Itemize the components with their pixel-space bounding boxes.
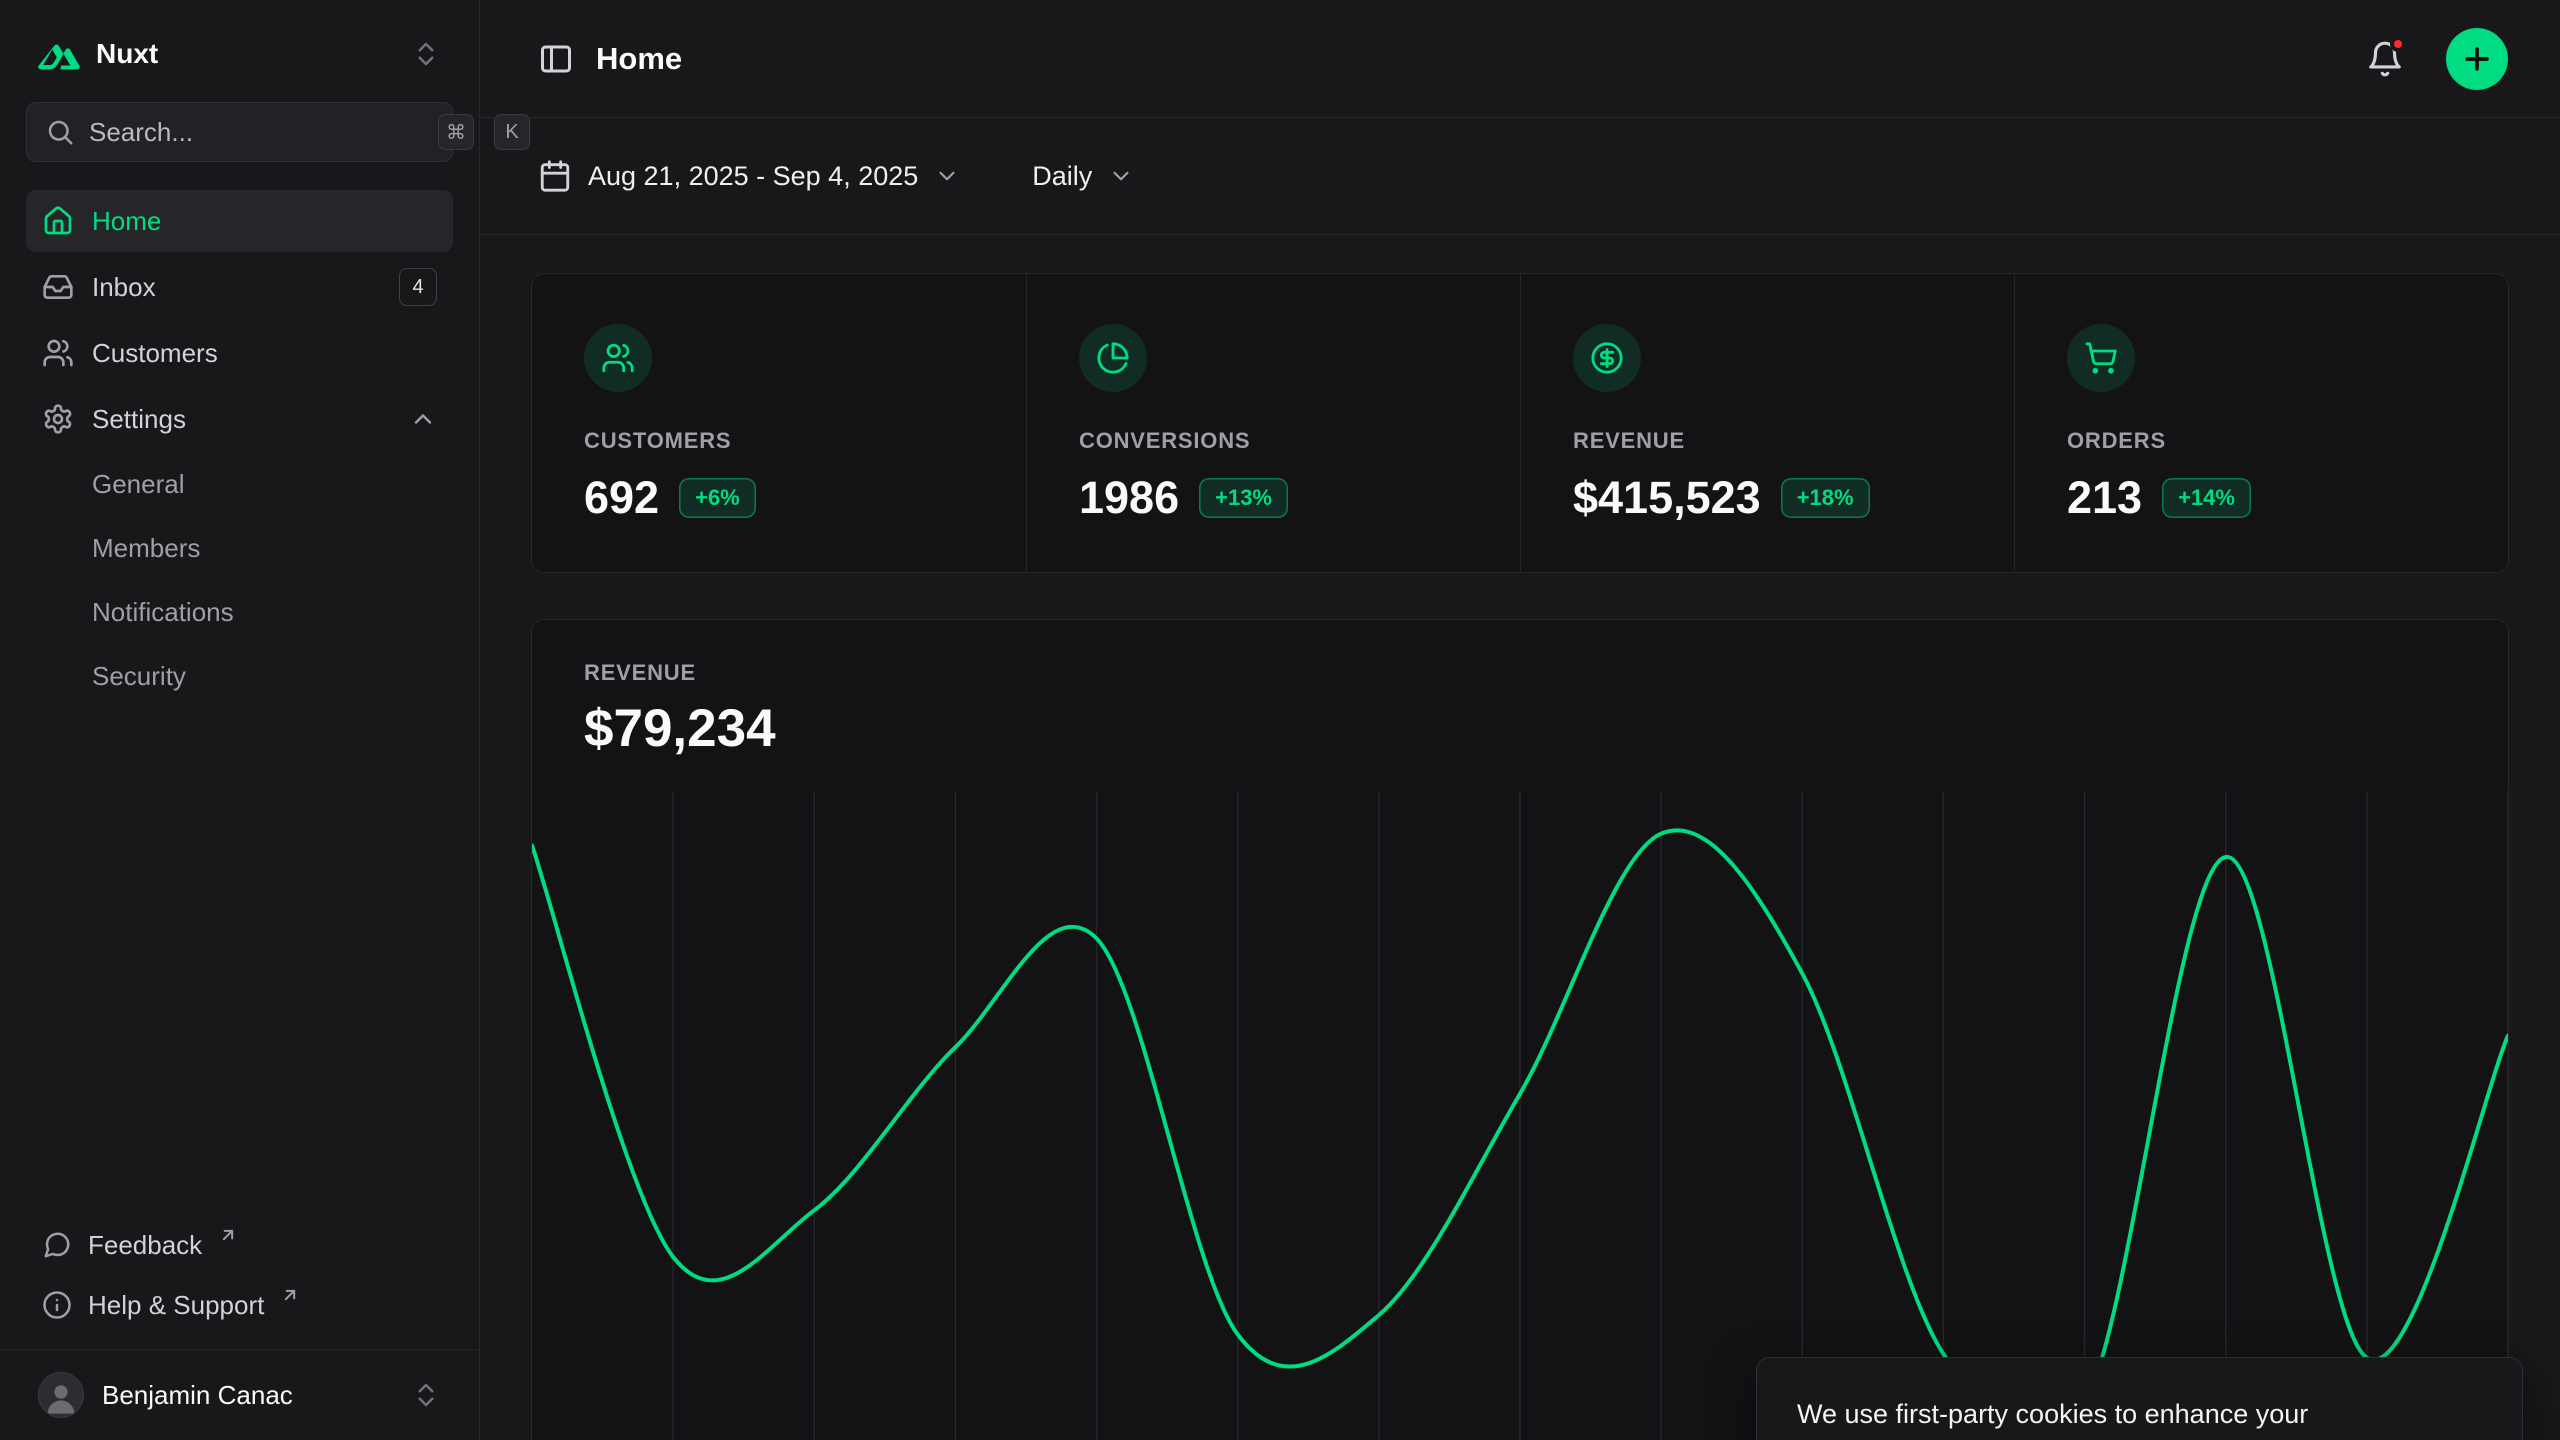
sidebar: Nuxt ⌘ K Home Inbox 4 <box>0 0 480 1440</box>
revenue-chart-area <box>532 791 2508 1440</box>
period-label: Daily <box>1032 161 1092 192</box>
sidebar-item-customers[interactable]: Customers <box>26 322 453 384</box>
external-link-icon <box>280 1285 300 1305</box>
kbd-meta: ⌘ <box>438 114 474 150</box>
revenue-chart-value: $79,234 <box>584 698 2456 759</box>
home-icon <box>42 205 74 237</box>
help-support-link[interactable]: Help & Support <box>26 1275 453 1335</box>
stat-label: CONVERSIONS <box>1079 428 1468 454</box>
sidebar-subitem-notifications[interactable]: Notifications <box>26 582 453 642</box>
chevrons-up-down-icon <box>411 1380 441 1410</box>
dollar-circle-icon <box>1573 324 1641 392</box>
period-select[interactable]: Daily <box>1032 161 1134 192</box>
stat-orders: ORDERS 213 +14% <box>2014 274 2508 572</box>
revenue-chart-card: REVENUE $79,234 <box>531 619 2509 1440</box>
chevron-up-icon <box>409 405 437 433</box>
stat-value: 213 <box>2067 472 2142 524</box>
sidebar-item-settings[interactable]: Settings <box>26 388 453 450</box>
search-input[interactable] <box>89 117 424 148</box>
calendar-icon <box>538 159 572 193</box>
sidebar-item-label: Inbox <box>92 272 156 303</box>
page-title: Home <box>596 41 682 77</box>
search-icon <box>45 117 75 147</box>
top-header: Home <box>480 0 2560 118</box>
chevron-down-icon <box>934 163 960 189</box>
nuxt-logo-icon <box>38 38 80 70</box>
sidebar-subitem-security[interactable]: Security <box>26 646 453 706</box>
stat-delta-badge: +18% <box>1781 478 1870 518</box>
notifications-button[interactable] <box>2366 40 2404 78</box>
workspace-name: Nuxt <box>96 38 158 70</box>
inbox-icon <box>42 271 74 303</box>
revenue-chart <box>532 791 2508 1440</box>
chevrons-up-down-icon <box>411 39 441 69</box>
sidebar-item-inbox[interactable]: Inbox 4 <box>26 256 453 318</box>
stats-grid: CUSTOMERS 692 +6% CONVERSIONS 1986 +13% <box>531 273 2509 573</box>
feedback-label: Feedback <box>88 1230 202 1261</box>
help-support-label: Help & Support <box>88 1290 264 1321</box>
inbox-count-badge: 4 <box>399 268 437 306</box>
chevron-down-icon <box>1108 163 1134 189</box>
filters-toolbar: Aug 21, 2025 - Sep 4, 2025 Daily <box>480 118 2560 235</box>
cookie-banner: We use first-party cookies to enhance yo… <box>1756 1357 2523 1440</box>
stat-value: 692 <box>584 472 659 524</box>
stat-delta-badge: +14% <box>2162 478 2251 518</box>
feedback-link[interactable]: Feedback <box>26 1215 453 1275</box>
search-box[interactable]: ⌘ K <box>26 102 453 162</box>
stat-customers: CUSTOMERS 692 +6% <box>532 274 1026 572</box>
stat-conversions: CONVERSIONS 1986 +13% <box>1026 274 1520 572</box>
info-circle-icon <box>42 1290 72 1320</box>
external-link-icon <box>218 1225 238 1245</box>
stat-delta-badge: +6% <box>679 478 756 518</box>
sidebar-item-label: Settings <box>92 404 186 435</box>
users-icon <box>42 337 74 369</box>
stat-delta-badge: +13% <box>1199 478 1288 518</box>
sidebar-subitem-members[interactable]: Members <box>26 518 453 578</box>
add-button[interactable] <box>2446 28 2508 90</box>
pie-chart-icon <box>1079 324 1147 392</box>
stat-value: 1986 <box>1079 472 1179 524</box>
users-icon <box>584 324 652 392</box>
sidebar-subitem-general[interactable]: General <box>26 454 453 514</box>
user-menu[interactable]: Benjamin Canac <box>26 1364 453 1426</box>
sidebar-nav: Home Inbox 4 Customers Settings <box>26 190 453 706</box>
main-area: Home Aug 21, 2025 - Sep 4, 2025 Daily <box>480 0 2560 1440</box>
dashboard-content: CUSTOMERS 692 +6% CONVERSIONS 1986 +13% <box>480 235 2560 1440</box>
sidebar-item-label: Customers <box>92 338 218 369</box>
date-range-picker[interactable]: Aug 21, 2025 - Sep 4, 2025 <box>538 159 960 193</box>
stat-revenue: REVENUE $415,523 +18% <box>1520 274 2014 572</box>
user-section: Benjamin Canac <box>0 1349 479 1440</box>
cart-icon <box>2067 324 2135 392</box>
notification-dot <box>2390 36 2406 52</box>
stat-label: CUSTOMERS <box>584 428 974 454</box>
cookie-message: We use first-party cookies to enhance yo… <box>1797 1394 2377 1440</box>
sidebar-item-label: Home <box>92 206 161 237</box>
stat-label: ORDERS <box>2067 428 2456 454</box>
revenue-chart-label: REVENUE <box>584 660 2456 686</box>
avatar <box>38 1372 84 1418</box>
stat-label: REVENUE <box>1573 428 1962 454</box>
stat-value: $415,523 <box>1573 472 1761 524</box>
date-range-label: Aug 21, 2025 - Sep 4, 2025 <box>588 161 918 192</box>
workspace-selector[interactable]: Nuxt <box>26 28 453 80</box>
gear-icon <box>42 403 74 435</box>
user-name: Benjamin Canac <box>102 1380 293 1411</box>
message-circle-icon <box>42 1230 72 1260</box>
sidebar-item-home[interactable]: Home <box>26 190 453 252</box>
panel-left-icon[interactable] <box>538 41 574 77</box>
